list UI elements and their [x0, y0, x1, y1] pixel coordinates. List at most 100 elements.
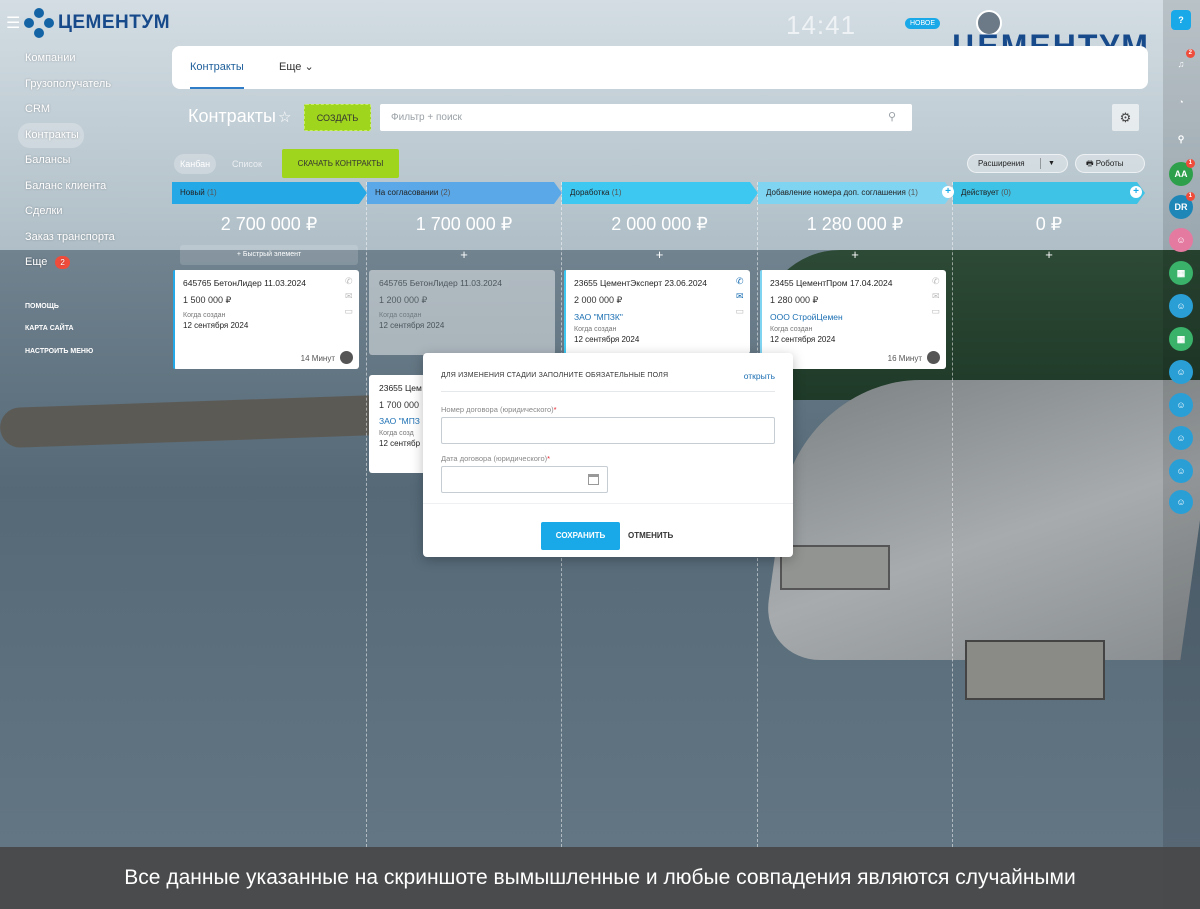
notifications-badge: 2: [1185, 49, 1195, 58]
menu-item-contracts[interactable]: Контракты: [18, 122, 84, 148]
dialog-title: ДЛЯ ИЗМЕНЕНИЯ СТАДИИ ЗАПОЛНИТЕ ОБЯЗАТЕЛЬ…: [441, 372, 669, 379]
contract-date-input[interactable]: [441, 466, 608, 493]
add-item-icon[interactable]: +: [758, 244, 952, 266]
mail-icon[interactable]: ✉: [735, 291, 744, 302]
group-chat-icon[interactable]: ▦: [1169, 327, 1193, 351]
search-icon[interactable]: ⚲: [888, 110, 896, 123]
add-column-icon[interactable]: +: [942, 186, 954, 198]
extensions-button[interactable]: Расширения ▼: [967, 154, 1068, 173]
menu-icon[interactable]: ☰: [6, 13, 20, 33]
responsible-avatar[interactable]: [340, 351, 353, 364]
deal-card[interactable]: 23655 ЦементЭксперт 23.06.2024 2 000 000…: [564, 270, 750, 354]
robots-label: Роботы: [1095, 159, 1124, 168]
column-header[interactable]: Новый (1): [172, 182, 367, 204]
group-chat-icon[interactable]: ☺: [1169, 294, 1193, 318]
card-created-date: 12 сентябр: [379, 439, 421, 448]
deal-card[interactable]: 645765 БетонЛидер 11.03.2024 1 200 000 ₽…: [369, 270, 555, 355]
user-avatar-aa[interactable]: AA 1: [1169, 159, 1195, 186]
card-title: 23655 ЦементЭксперт 23.06.2024: [574, 278, 708, 288]
column-header[interactable]: Добавление номера доп. соглашения (1): [758, 182, 953, 204]
tab-contracts[interactable]: Контракты: [190, 46, 244, 89]
open-link[interactable]: открыть: [744, 371, 775, 381]
tab-more[interactable]: Еще ⌄: [279, 46, 314, 89]
column-count: (0): [1001, 188, 1011, 197]
column-header[interactable]: Действует (0): [953, 182, 1145, 204]
user-avatar-dr[interactable]: DR 1: [1169, 192, 1195, 219]
view-kanban-tab[interactable]: Канбан: [174, 154, 217, 174]
settings-gear-button[interactable]: ⚙: [1112, 104, 1139, 131]
menu-item-companies[interactable]: Компании: [0, 46, 170, 72]
bell-icon[interactable]: ♫ 2: [1169, 49, 1195, 76]
menu-item-crm[interactable]: CRM: [0, 97, 170, 123]
card-actions: ✆ ✉ ▭: [735, 276, 744, 317]
card-amount: 1 500 000 ₽: [183, 295, 232, 305]
add-item-icon[interactable]: +: [953, 244, 1145, 266]
chat-icon[interactable]: ▭: [344, 306, 353, 317]
group-chat-icon[interactable]: ☺: [1169, 360, 1193, 384]
card-time: 16 Минут: [887, 354, 922, 363]
card-actions: ✆ ✉ ▭: [344, 276, 353, 317]
logo[interactable]: ЦЕМЕНТУМ: [24, 8, 170, 38]
phone-icon[interactable]: ✆: [735, 276, 744, 287]
save-button[interactable]: СОХРАНИТЬ: [541, 522, 620, 550]
mail-icon[interactable]: ✉: [931, 291, 940, 302]
dialog-divider: [441, 391, 775, 392]
phone-icon[interactable]: ✆: [344, 276, 353, 287]
menu-customize[interactable]: НАСТРОИТЬ МЕНЮ: [0, 341, 170, 364]
add-item-icon[interactable]: +: [367, 244, 561, 266]
contract-number-input[interactable]: [441, 417, 775, 444]
menu-item-client-balance[interactable]: Баланс клиента: [0, 174, 170, 200]
card-company-link[interactable]: ЗАО "МПЗК": [574, 312, 740, 322]
calendar-icon[interactable]: [588, 474, 599, 485]
menu-help[interactable]: ПОМОЩЬ: [0, 296, 170, 319]
group-chat-icon[interactable]: ▦: [1169, 261, 1193, 285]
quick-add-button[interactable]: + Быстрый элемент: [180, 245, 358, 265]
card-title: 23655 Цем: [379, 383, 422, 393]
help-icon[interactable]: ?: [1171, 10, 1191, 30]
view-list-tab[interactable]: Список: [232, 154, 262, 174]
column-header[interactable]: Доработка (1): [562, 182, 758, 204]
chat-icon[interactable]: ▭: [931, 306, 940, 317]
download-contracts-button[interactable]: СКАЧАТЬ КОНТРАКТЫ: [282, 149, 399, 178]
card-company-link[interactable]: ООО СтройЦемен: [770, 312, 936, 322]
chat-icon[interactable]: ▭: [735, 306, 744, 317]
card-created-label: Когда созд: [379, 430, 414, 437]
avatar-badge: 1: [1185, 159, 1195, 168]
group-chat-icon[interactable]: ☺: [1169, 459, 1193, 483]
tab-more-label: Еще: [279, 61, 302, 73]
column-name: Новый: [180, 188, 205, 197]
logo-text: ЦЕМЕНТУМ: [58, 12, 171, 33]
column-count: (1): [206, 188, 217, 197]
search-input[interactable]: [380, 104, 912, 131]
chat-icon[interactable]: ◔: [1169, 90, 1193, 114]
menu-item-more-label: Еще: [25, 256, 48, 268]
menu-item-balances[interactable]: Балансы: [0, 148, 170, 174]
group-chat-icon[interactable]: ☺: [1169, 490, 1193, 514]
card-company-link[interactable]: ЗАО "МПЗ: [379, 416, 429, 426]
column-header[interactable]: На согласовании (2): [367, 182, 562, 204]
create-button[interactable]: СОЗДАТЬ: [304, 104, 371, 131]
search-icon[interactable]: ⚲: [1169, 127, 1193, 151]
deal-card[interactable]: 645765 БетонЛидер 11.03.2024 1 500 000 ₽…: [173, 270, 359, 369]
robots-button[interactable]: 🖶 Роботы: [1075, 154, 1145, 173]
caret-down-icon[interactable]: ▼: [1048, 155, 1055, 172]
cancel-button[interactable]: ОТМЕНИТЬ: [628, 522, 673, 550]
add-item-icon[interactable]: +: [562, 244, 757, 266]
menu-item-transport-order[interactable]: Заказ транспорта: [0, 225, 170, 251]
menu-sitemap[interactable]: КАРТА САЙТА: [0, 318, 170, 341]
add-column-icon[interactable]: +: [1130, 186, 1142, 198]
phone-icon[interactable]: ✆: [931, 276, 940, 287]
group-chat-icon[interactable]: ☺: [1169, 426, 1193, 450]
star-icon[interactable]: ☆: [278, 108, 291, 126]
responsible-avatar[interactable]: [927, 351, 940, 364]
card-created-date: 12 сентября 2024: [574, 335, 640, 344]
menu-item-consignee[interactable]: Грузополучатель: [0, 72, 170, 98]
contract-number-label-text: Номер договора (юридического): [441, 405, 554, 414]
group-chat-icon[interactable]: ☺: [1169, 228, 1193, 252]
menu-item-deals[interactable]: Сделки: [0, 199, 170, 225]
card-created-label: Когда создан: [574, 326, 617, 333]
menu-item-more[interactable]: Еще 2: [0, 250, 170, 276]
deal-card[interactable]: 23655 Цем 1 700 000 ЗАО "МПЗ Когда созд …: [369, 375, 429, 473]
mail-icon[interactable]: ✉: [344, 291, 353, 302]
group-chat-icon[interactable]: ☺: [1169, 393, 1193, 417]
